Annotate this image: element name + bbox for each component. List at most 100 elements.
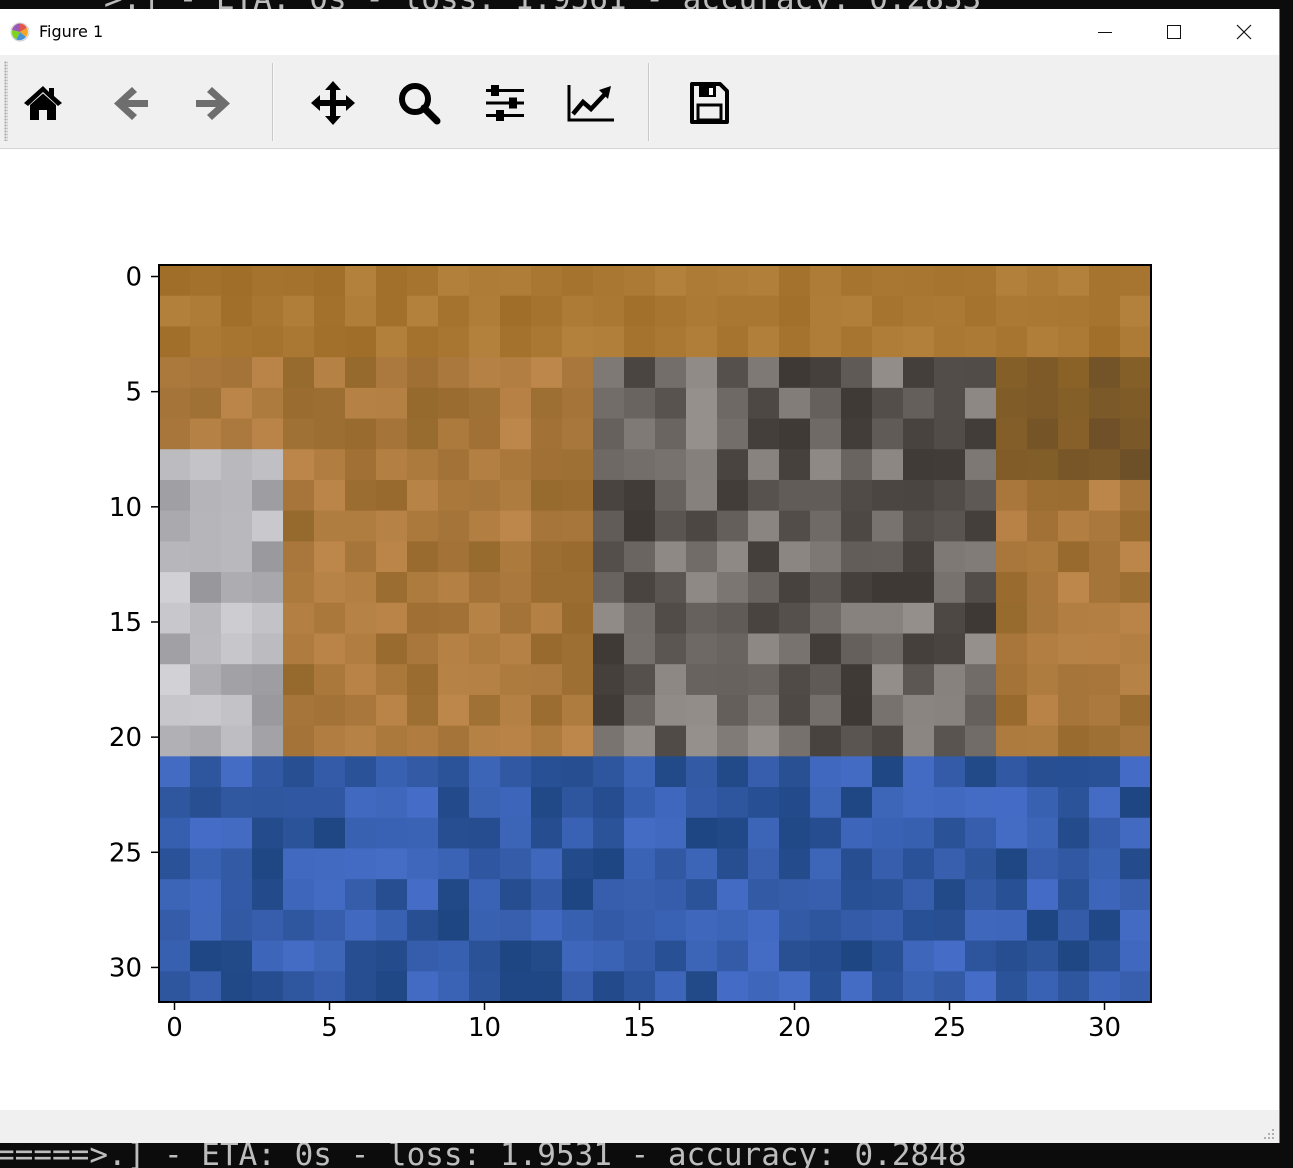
image-pixel [469, 265, 501, 297]
image-pixel [810, 633, 842, 665]
image-pixel [190, 357, 222, 389]
image-pixel [190, 418, 222, 450]
image-pixel [531, 848, 563, 880]
close-button[interactable] [1209, 9, 1279, 55]
image-pixel [314, 940, 346, 972]
image-pixel [252, 387, 284, 420]
image-pixel [903, 572, 935, 604]
image-pixel [376, 357, 408, 389]
image-pixel [903, 510, 935, 542]
image-pixel [1058, 756, 1090, 788]
image-pixel [996, 879, 1028, 911]
image-pixel [1089, 387, 1121, 420]
image-pixel [221, 787, 253, 819]
image-pixel [965, 357, 997, 389]
subplots-button[interactable] [479, 77, 531, 129]
image-pixel [221, 357, 253, 389]
image-pixel [1027, 909, 1059, 942]
image-pixel [407, 541, 439, 573]
image-pixel [1027, 479, 1059, 512]
image-pixel [624, 817, 656, 850]
image-pixel [872, 541, 904, 573]
image-pixel [1120, 909, 1152, 942]
image-pixel [686, 817, 718, 850]
image-pixel [283, 387, 315, 420]
image-pixel [314, 357, 346, 389]
x-tick-label: 5 [321, 1013, 338, 1043]
image-pixel [810, 572, 842, 604]
image-pixel [531, 756, 563, 788]
image-pixel [500, 418, 532, 450]
zoom-button[interactable] [393, 77, 445, 129]
image-pixel [903, 449, 935, 481]
image-pixel [810, 479, 842, 512]
minimize-button[interactable] [1070, 9, 1140, 55]
image-pixel [438, 787, 470, 819]
image-pixel [531, 479, 563, 512]
image-pixel [190, 848, 222, 880]
image-pixel [221, 265, 253, 297]
image-pixel [469, 387, 501, 420]
image-pixel [314, 479, 346, 512]
save-button[interactable] [683, 77, 735, 129]
title-bar[interactable]: Figure 1 [0, 9, 1279, 55]
image-pixel [655, 265, 687, 297]
image-pixel [903, 418, 935, 450]
image-pixel [717, 971, 749, 1003]
image-pixel [1089, 879, 1121, 911]
image-pixel [438, 326, 470, 358]
image-pixel [376, 940, 408, 972]
image-pixel [314, 449, 346, 481]
image-pixel [872, 479, 904, 512]
image-pixel [190, 756, 222, 788]
home-button[interactable] [17, 77, 69, 129]
image-pixel [407, 879, 439, 911]
image-pixel [624, 971, 656, 1003]
image-pixel [1027, 449, 1059, 481]
image-pixel [1027, 357, 1059, 389]
image-pixel [1058, 387, 1090, 420]
maximize-button[interactable] [1139, 9, 1209, 55]
image-pixel [934, 449, 966, 481]
image-pixel [376, 694, 408, 727]
image-pixel [469, 909, 501, 942]
image-pixel [779, 756, 811, 788]
forward-button[interactable] [188, 77, 240, 129]
image-pixel [872, 572, 904, 604]
image-pixel [531, 326, 563, 358]
image-pixel [1089, 725, 1121, 757]
image-pixel [655, 909, 687, 942]
image-pixel [1089, 510, 1121, 542]
image-pixel [965, 633, 997, 665]
image-pixel [934, 479, 966, 512]
toolbar-grip[interactable] [4, 61, 8, 141]
figure-canvas[interactable]: 0 5 10 15 20 25 30 0 5 10 15 20 25 30 [0, 149, 1279, 1111]
image-pixel [686, 479, 718, 512]
customize-button[interactable] [565, 77, 617, 129]
image-pixel [407, 572, 439, 604]
image-pixel [748, 387, 780, 420]
image-pixel [438, 602, 470, 635]
image-pixel [748, 694, 780, 727]
image-pixel [345, 541, 377, 573]
image-pixel [810, 664, 842, 696]
image-pixel [1027, 879, 1059, 911]
image-pixel [686, 541, 718, 573]
image-pixel [190, 725, 222, 757]
image-pixel [283, 510, 315, 542]
x-tick-label: 0 [166, 1013, 183, 1043]
image-pixel [159, 909, 191, 942]
image-pixel [810, 602, 842, 635]
image-pixel [252, 295, 284, 328]
image-pixel [841, 418, 873, 450]
image-pixel [314, 572, 346, 604]
back-button[interactable] [104, 77, 156, 129]
image-pixel [903, 694, 935, 727]
pan-button[interactable] [307, 77, 359, 129]
image-pixel [438, 572, 470, 604]
image-pixel [934, 633, 966, 665]
image-pixel [1058, 879, 1090, 911]
image-pixel [283, 664, 315, 696]
size-grip-icon[interactable] [1263, 1128, 1275, 1140]
image-pixel [221, 418, 253, 450]
